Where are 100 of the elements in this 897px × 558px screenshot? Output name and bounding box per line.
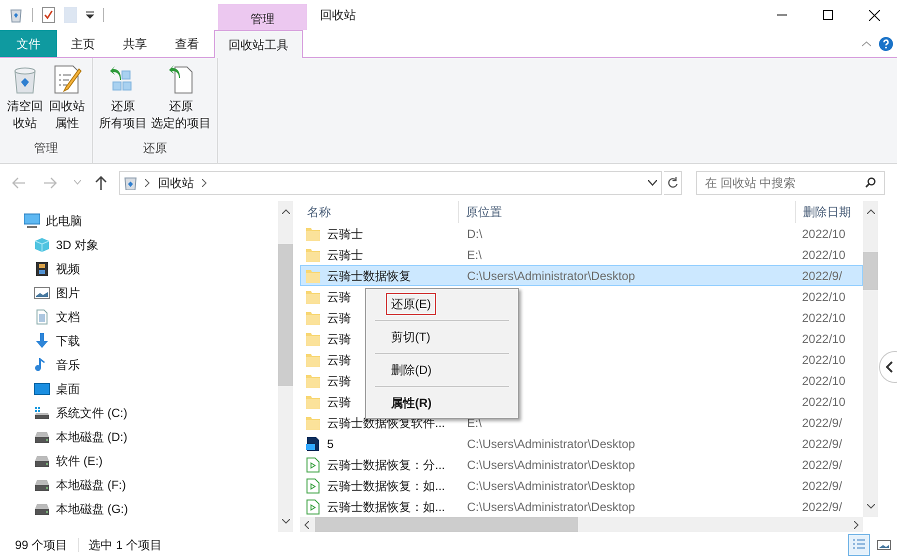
table-cell-text: 2022/10 — [802, 394, 846, 410]
film-icon — [34, 261, 50, 277]
collapse-ribbon-icon[interactable] — [862, 40, 871, 46]
nav-item[interactable]: 此电脑 — [0, 209, 278, 233]
table-cell-text: 2022/10 — [802, 352, 846, 368]
ribbon-tab[interactable]: 共享 — [109, 30, 161, 57]
table-cell-text: 2022/10 — [802, 288, 846, 306]
nav-item[interactable]: 音乐 — [0, 353, 278, 377]
table-cell-text: 2022/9/ — [802, 478, 842, 494]
file-name: 云骑 — [327, 372, 351, 390]
help-icon[interactable] — [879, 36, 893, 50]
file-name: 5 — [327, 436, 334, 452]
address-bar[interactable]: 回收站 — [119, 170, 662, 194]
table-cell-text: C:\Users\Administrator\Desktop — [467, 268, 636, 284]
nav-item[interactable]: 系统文件 (C:) — [0, 401, 278, 425]
recycle-bin-icon[interactable] — [9, 7, 23, 23]
scroll-down-icon[interactable] — [866, 504, 874, 509]
ribbon-tab[interactable]: 查看 — [161, 30, 213, 57]
nav-item[interactable]: 文档 — [0, 305, 278, 329]
menu-item[interactable]: 剪切(T) — [386, 326, 436, 348]
ribbon-tab[interactable]: 主页 — [57, 30, 109, 57]
menu-item[interactable]: 属性(R) — [386, 392, 437, 414]
ribbon-button[interactable]: 还原 所有项目 — [97, 64, 149, 132]
nav-item[interactable]: 3D 对象 — [0, 233, 278, 257]
play-file-icon — [305, 456, 321, 472]
checklist-icon[interactable] — [42, 7, 55, 23]
nav-item[interactable]: 视频 — [0, 257, 278, 281]
scrollbar[interactable] — [278, 201, 293, 532]
file-name: 云骑士数据恢复 — [327, 268, 411, 284]
refresh-button[interactable] — [664, 170, 682, 194]
scroll-up-icon[interactable] — [282, 209, 290, 214]
image-icon — [876, 537, 892, 553]
column-header[interactable]: 名称 — [300, 201, 458, 223]
file-name: 云骑士数据恢复：如... — [327, 498, 446, 516]
search-field[interactable]: 在 回收站 中搜索 — [696, 170, 885, 194]
table-cell-text: C:\Users\Administrator\Desktop — [467, 456, 636, 474]
table-cell-text: E:\ — [467, 246, 482, 264]
file-name: 云骑 — [327, 288, 351, 306]
nav-item[interactable]: 软件 (E:) — [0, 449, 278, 473]
scroll-left-icon[interactable] — [304, 520, 309, 528]
cube-icon — [34, 237, 50, 253]
chevron-left-icon — [886, 361, 893, 373]
breadcrumb-item[interactable]: 回收站 — [158, 174, 194, 192]
maximize-icon — [823, 10, 833, 20]
nav-item[interactable]: 本地磁盘 (D:) — [0, 425, 278, 449]
chevron-icon[interactable] — [145, 178, 150, 186]
table-cell-text: E:\ — [467, 414, 482, 432]
table-cell-text: C:\Users\Administrator\Desktop — [467, 498, 636, 516]
chevron-icon[interactable] — [202, 178, 207, 186]
table-cell-text: 2022/10 — [802, 226, 846, 242]
group-label: 管理 — [34, 140, 58, 157]
play-file-icon — [305, 478, 321, 494]
table-cell-text: D:\ — [467, 226, 482, 242]
nav-item[interactable]: 本地磁盘 (G:) — [0, 497, 278, 521]
ribbon-tab[interactable]: 回收站工具 — [214, 30, 303, 58]
group-label: 还原 — [143, 140, 167, 157]
dropdown-icon[interactable] — [86, 11, 94, 19]
table-cell-text: C:\Users\Administrator\Desktop — [467, 478, 636, 494]
ribbon-button[interactable]: 还原 选定的项目 — [149, 64, 213, 132]
table-cell-text: 2022/10 — [802, 246, 846, 264]
up-icon[interactable] — [95, 176, 107, 190]
image-file-icon — [305, 436, 321, 452]
scrollbar[interactable] — [863, 201, 878, 517]
scroll-up-icon[interactable] — [866, 209, 874, 214]
monitor-icon — [24, 213, 40, 229]
ribbon-button[interactable]: 回收站 属性 — [46, 64, 88, 132]
details-view-button[interactable] — [848, 534, 870, 556]
nav-item[interactable]: 本地磁盘 (F:) — [0, 473, 278, 497]
file-row[interactable]: 云骑士数据恢复 C:\Users\Administrator\Desktop 2022/9/ — [300, 265, 863, 286]
table-cell-text: 2022/10 — [802, 372, 846, 390]
file-name: 云骑 — [327, 394, 351, 410]
scroll-thumb[interactable] — [863, 252, 878, 290]
scroll-thumb[interactable] — [278, 244, 293, 386]
ribbon-button[interactable]: 清空回 收站 — [4, 64, 46, 132]
column-header[interactable]: 原位置 — [458, 201, 795, 223]
refresh-icon — [667, 176, 678, 188]
dropdown-icon[interactable] — [648, 180, 657, 186]
menu-item[interactable]: 还原(E) — [386, 293, 436, 315]
menu-item[interactable]: 删除(D) — [386, 359, 437, 381]
file-name: 云骑士 — [327, 246, 363, 264]
status-text: 选中 1 个项目 — [88, 537, 162, 554]
down-arrow-icon — [34, 333, 50, 349]
table-cell-text: 2022/9/ — [802, 414, 842, 432]
file-name: 云骑士数据恢复：如... — [327, 478, 446, 494]
pencil-document-icon — [52, 64, 82, 96]
recycle-bin-icon — [124, 176, 137, 190]
nav-item[interactable]: 下载 — [0, 329, 278, 353]
nav-item[interactable]: 图片 — [0, 281, 278, 305]
scroll-right-icon[interactable] — [854, 520, 859, 528]
scroll-down-icon[interactable] — [282, 519, 290, 524]
scroll-thumb[interactable] — [315, 517, 578, 532]
image-icon — [34, 285, 50, 301]
drive-icon — [34, 501, 50, 517]
search-icon[interactable] — [865, 177, 876, 188]
document-icon — [34, 309, 50, 325]
file-name: 云骑士 — [327, 226, 363, 242]
nav-item[interactable]: 桌面 — [0, 377, 278, 401]
scrollbar[interactable] — [300, 517, 863, 532]
drive-icon — [34, 477, 50, 493]
play-file-icon — [305, 498, 321, 514]
